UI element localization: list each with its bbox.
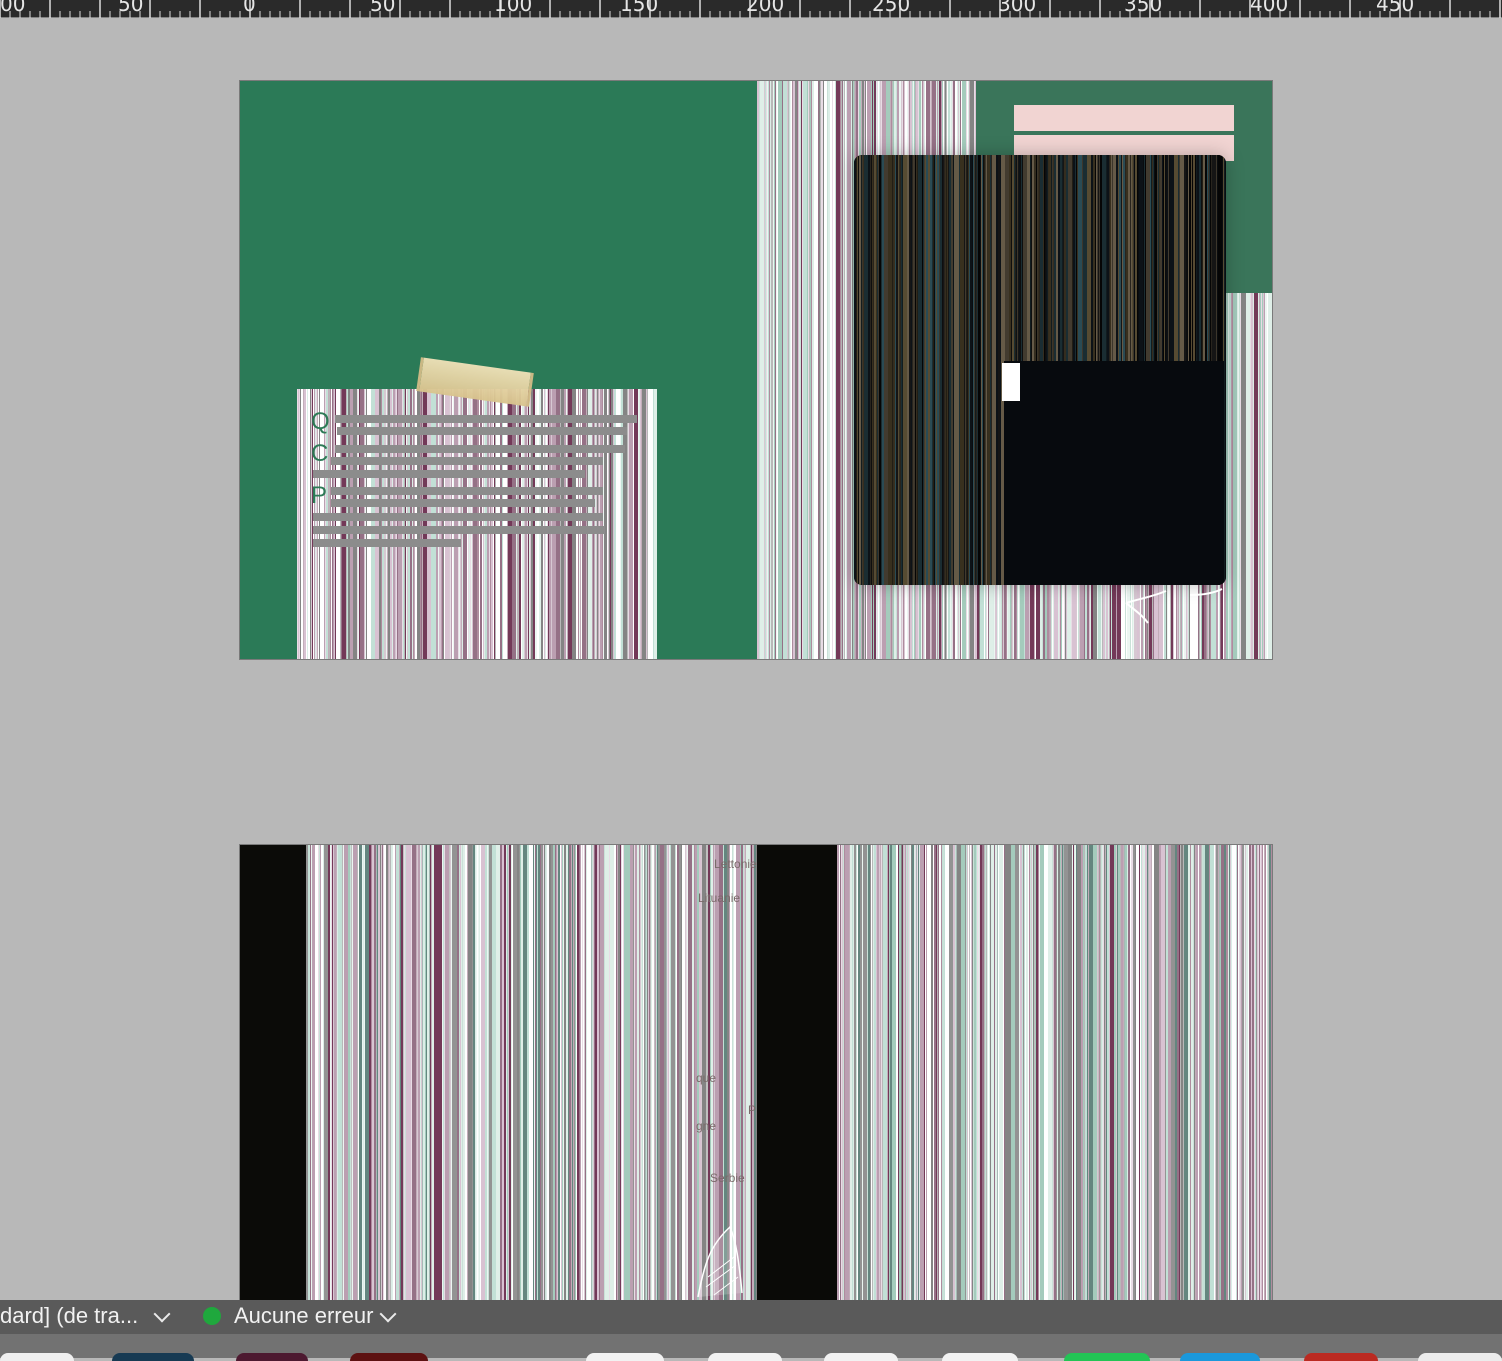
photo-dark-block (1004, 361, 1224, 585)
text-line (313, 526, 605, 534)
top-spread[interactable]: Q C P (240, 81, 1272, 659)
ruler-label: 350 (1124, 0, 1163, 16)
map-label: P (748, 1103, 757, 1117)
ruler-label: 50 (118, 0, 144, 16)
left-black-band (240, 845, 306, 1300)
white-accent-block (1002, 363, 1020, 401)
sketch-arrow-icon (1125, 588, 1223, 624)
ruler-label: 250 (872, 0, 911, 16)
map-label: que (696, 1071, 717, 1085)
bottom-spread-stripes (240, 845, 1272, 1300)
text-line (331, 487, 603, 495)
dock-item[interactable] (112, 1353, 194, 1361)
map-sketch-icon (697, 1225, 743, 1298)
map-label: Lettonie (714, 857, 757, 871)
horizontal-ruler: 00 50 0 50 100 150 200 250 300 350 400 4… (0, 0, 1502, 18)
ruler-label: 00 (0, 0, 26, 16)
chevron-down-icon[interactable] (153, 1305, 171, 1323)
dock-item[interactable] (942, 1353, 1018, 1361)
pink-header-bar (1014, 105, 1234, 131)
center-black-band (757, 845, 837, 1300)
text-line (337, 427, 627, 435)
ruler-label: 300 (998, 0, 1037, 16)
ruler-label: 0 (243, 0, 256, 16)
dock-item[interactable] (586, 1353, 664, 1361)
ruler-label: 150 (620, 0, 659, 16)
dock-item[interactable] (0, 1353, 74, 1361)
dock-item[interactable] (1064, 1353, 1150, 1361)
chevron-down-icon[interactable] (379, 1305, 397, 1323)
dock-strip (0, 1334, 1502, 1361)
dock-item[interactable] (824, 1353, 898, 1361)
ruler-label: 450 (1376, 0, 1415, 16)
dock-item[interactable] (236, 1353, 308, 1361)
note-card: Q C P (297, 389, 657, 659)
map-label: Lituanie (698, 891, 741, 905)
text-line (331, 457, 603, 465)
status-ok-icon (203, 1307, 221, 1325)
text-line (335, 415, 637, 423)
photo-frame[interactable] (854, 155, 1226, 585)
ruler-label: 200 (746, 0, 785, 16)
dock-item[interactable] (708, 1353, 782, 1361)
status-bar: dard] (de tra... Aucune erreur (0, 1300, 1502, 1334)
map-label: gne (696, 1119, 717, 1133)
ruler-label: 400 (1250, 0, 1289, 16)
bottom-spread[interactable]: Lettonie Lituanie que gne Serbie P (240, 845, 1272, 1300)
dock-item[interactable] (350, 1353, 428, 1361)
dock-item[interactable] (1418, 1353, 1502, 1361)
text-line (335, 445, 625, 453)
dock-item[interactable] (1304, 1353, 1378, 1361)
text-line (313, 470, 585, 478)
error-status-label[interactable]: Aucune erreur (234, 1305, 373, 1327)
note-letter: Q (311, 408, 330, 435)
note-letter: P (311, 482, 328, 509)
text-line (331, 499, 595, 507)
map-label: Serbie (710, 1171, 745, 1185)
ruler-label: 100 (494, 0, 533, 16)
document-mode-label[interactable]: dard] (de tra... (0, 1305, 138, 1327)
text-line (313, 539, 461, 547)
ruler-label: 50 (370, 0, 396, 16)
note-letter: C (311, 440, 329, 467)
dock-item[interactable] (1180, 1353, 1260, 1361)
text-line (313, 513, 603, 521)
